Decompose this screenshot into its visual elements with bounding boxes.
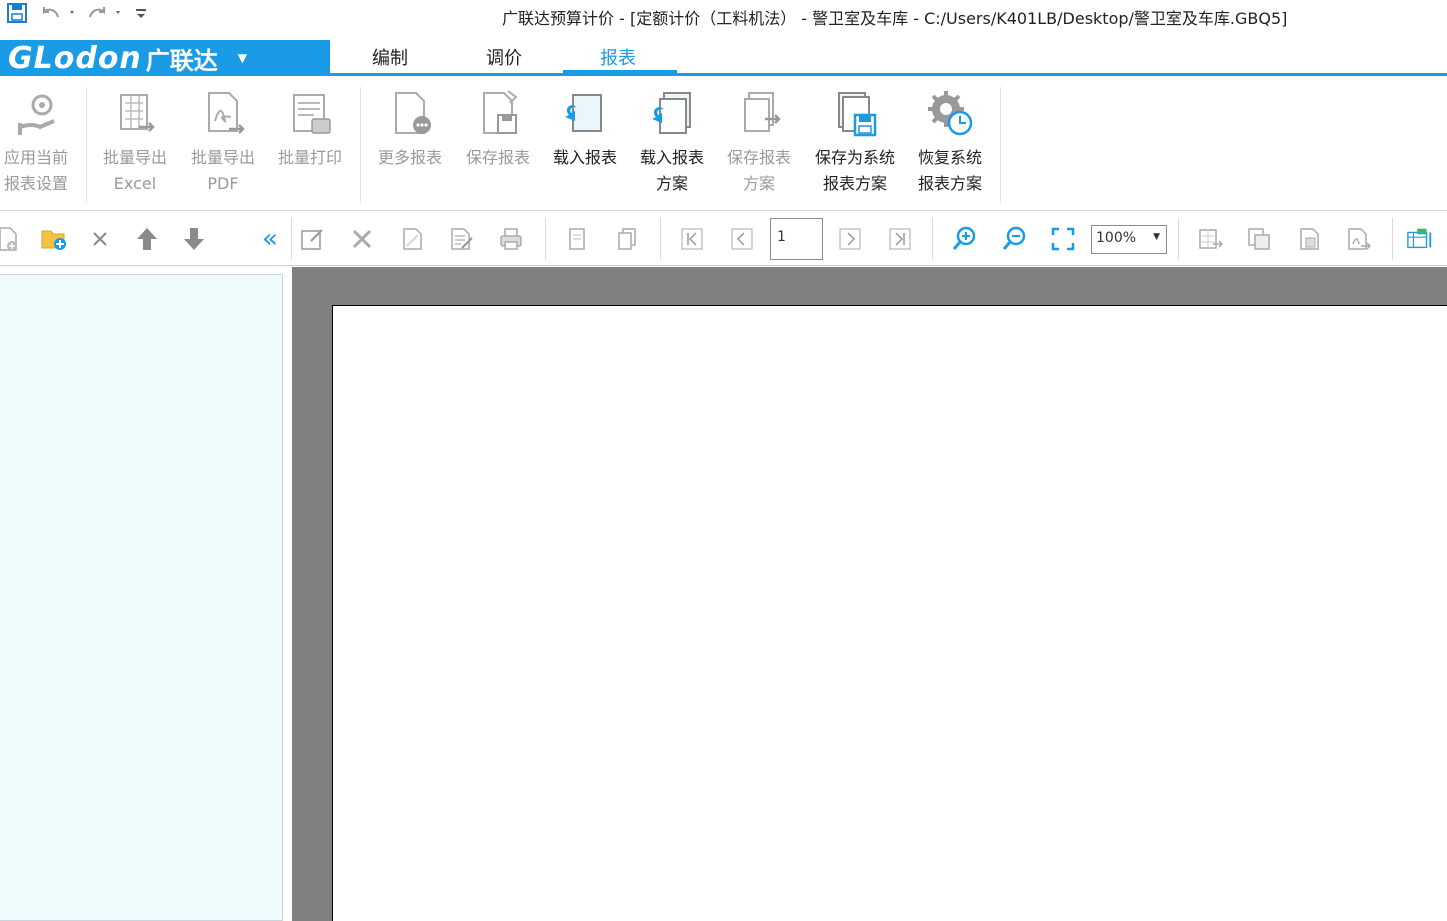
move-up-icon[interactable] (133, 225, 161, 253)
report-preview-area[interactable] (292, 267, 1447, 921)
save-report-scheme-button[interactable]: 保存报表 方案 (721, 89, 797, 197)
page-number-input[interactable]: 1 (770, 218, 823, 260)
move-down-icon[interactable] (180, 225, 208, 253)
more-reports-label: 更多报表 (377, 148, 442, 167)
next-page-icon[interactable] (836, 225, 864, 253)
print-icon[interactable] (497, 225, 525, 253)
brand-logo: GLodon (8, 40, 142, 76)
undo-icon[interactable] (40, 3, 80, 23)
batch-export-excel-button[interactable]: 批量导出 Excel (98, 89, 172, 197)
export-pdf-icon[interactable] (1344, 225, 1372, 253)
panel-splitter[interactable] (283, 266, 292, 921)
report-page (332, 305, 1447, 921)
chevron-down-icon: ▼ (237, 51, 248, 65)
tab-price-adjust[interactable]: 调价 (486, 44, 522, 70)
new-folder-icon[interactable] (40, 225, 68, 253)
report-tree-panel[interactable] (0, 274, 283, 921)
zoom-in-icon[interactable] (950, 225, 978, 253)
save-report-label: 保存报表 (465, 148, 530, 167)
batch-export-pdf-button[interactable]: 批量导出 PDF (186, 89, 260, 197)
zoom-value: 100% (1096, 230, 1137, 246)
save-report-scheme-label-2: 方案 (742, 174, 775, 193)
design-report-icon[interactable] (348, 225, 376, 253)
load-scheme-icon (652, 92, 691, 134)
export-sheets-icon[interactable] (1245, 225, 1273, 253)
save-system-scheme-icon (838, 92, 877, 137)
save-scheme-icon (744, 92, 781, 132)
ribbon-tab-bar: GLodon 广联达 ▼ 编制 调价 报表 (0, 40, 1447, 76)
load-report-scheme-button[interactable]: 载入报表 方案 (634, 89, 710, 197)
save-report-icon (483, 90, 518, 134)
save-icon[interactable] (6, 3, 28, 23)
redo-icon[interactable] (86, 3, 126, 23)
collapse-panel-icon[interactable]: « (256, 224, 284, 254)
apply-report-settings-button[interactable]: 应用当前 报表设置 (0, 89, 72, 197)
active-tab-indicator (563, 70, 677, 73)
previous-page-icon[interactable] (728, 225, 756, 253)
export-word-icon[interactable] (1295, 225, 1323, 253)
export-to-file-icon[interactable] (1406, 225, 1434, 253)
load-report-label: 载入报表 (552, 148, 617, 167)
report-toolbar: « 1 100% ▼ (0, 212, 1447, 266)
save-report-scheme-label-1: 保存报表 (726, 148, 791, 167)
customize-quick-access-icon[interactable] (134, 3, 148, 23)
pdf-export-icon (208, 92, 245, 134)
batch-export-excel-label-1: 批量导出 (102, 148, 167, 167)
batch-export-pdf-label-1: 批量导出 (190, 148, 255, 167)
load-report-button[interactable]: 载入报表 (547, 89, 623, 171)
ribbon-separator (86, 87, 87, 203)
more-reports-button[interactable]: 更多报表 (372, 89, 448, 171)
restore-system-scheme-label-2: 报表方案 (917, 174, 982, 193)
save-report-button[interactable]: 保存报表 (460, 89, 536, 171)
toolbar-separator (545, 218, 546, 260)
save-as-system-scheme-button[interactable]: 保存为系统 报表方案 (808, 89, 902, 197)
save-as-system-scheme-label-2: 报表方案 (822, 174, 887, 193)
title-bar: 广联达预算计价 - [定额计价（工料机法） - 警卫室及车库 - C:/User… (0, 0, 1447, 38)
hand-gear-icon (18, 94, 55, 135)
app-menu-button[interactable]: GLodon 广联达 ▼ (0, 40, 330, 76)
first-page-icon[interactable] (678, 225, 706, 253)
load-report-scheme-label-1: 载入报表 (639, 148, 704, 167)
apply-report-settings-label-1: 应用当前 (3, 148, 68, 167)
zoom-select[interactable]: 100% ▼ (1091, 225, 1167, 254)
apply-report-settings-label-2: 报表设置 (3, 174, 68, 193)
more-report-icon (395, 92, 431, 134)
export-excel-icon[interactable] (1196, 225, 1224, 253)
zoom-out-icon[interactable] (1000, 225, 1028, 253)
toolbar-separator (1178, 218, 1179, 260)
last-page-icon[interactable] (886, 225, 914, 253)
toolbar-separator (660, 218, 661, 260)
single-page-icon[interactable] (563, 225, 591, 253)
tab-reports[interactable]: 报表 (600, 44, 636, 70)
toolbar-separator (1392, 218, 1393, 260)
restore-system-scheme-label-1: 恢复系统 (917, 148, 982, 167)
chevron-down-icon: ▼ (1153, 232, 1160, 242)
ribbon-separator (1000, 87, 1001, 203)
excel-export-icon (120, 94, 155, 132)
print-icon (293, 94, 331, 134)
new-report-icon[interactable] (0, 225, 22, 253)
ribbon-panel: 应用当前 报表设置 批量导出 Excel 批量导出 PDF 批量打印 更多报表 … (0, 79, 1447, 211)
batch-print-button[interactable]: 批量打印 (274, 89, 346, 171)
window-title: 广联达预算计价 - [定额计价（工料机法） - 警卫室及车库 - C:/User… (502, 9, 1288, 28)
delete-icon[interactable] (86, 225, 114, 253)
batch-export-pdf-label-2: PDF (207, 174, 239, 193)
ribbon-separator (360, 87, 361, 203)
brand-logo-cn: 广联达 (145, 46, 218, 75)
tab-compile[interactable]: 编制 (372, 44, 408, 70)
save-as-system-scheme-label-1: 保存为系统 (814, 148, 895, 167)
load-report-icon (565, 94, 602, 132)
toolbar-separator (291, 218, 292, 260)
batch-print-label: 批量打印 (277, 148, 342, 167)
fit-page-icon[interactable] (1049, 225, 1077, 253)
load-report-scheme-label-2: 方案 (655, 174, 688, 193)
restore-system-scheme-button[interactable]: 恢复系统 报表方案 (912, 89, 988, 197)
batch-export-excel-label-2: Excel (113, 174, 157, 193)
page-setup-icon[interactable] (398, 225, 426, 253)
toolbar-separator (932, 218, 933, 260)
edit-report-icon[interactable] (298, 225, 326, 253)
restore-system-scheme-icon (928, 91, 973, 136)
report-properties-icon[interactable] (447, 225, 475, 253)
multi-page-icon[interactable] (613, 225, 641, 253)
